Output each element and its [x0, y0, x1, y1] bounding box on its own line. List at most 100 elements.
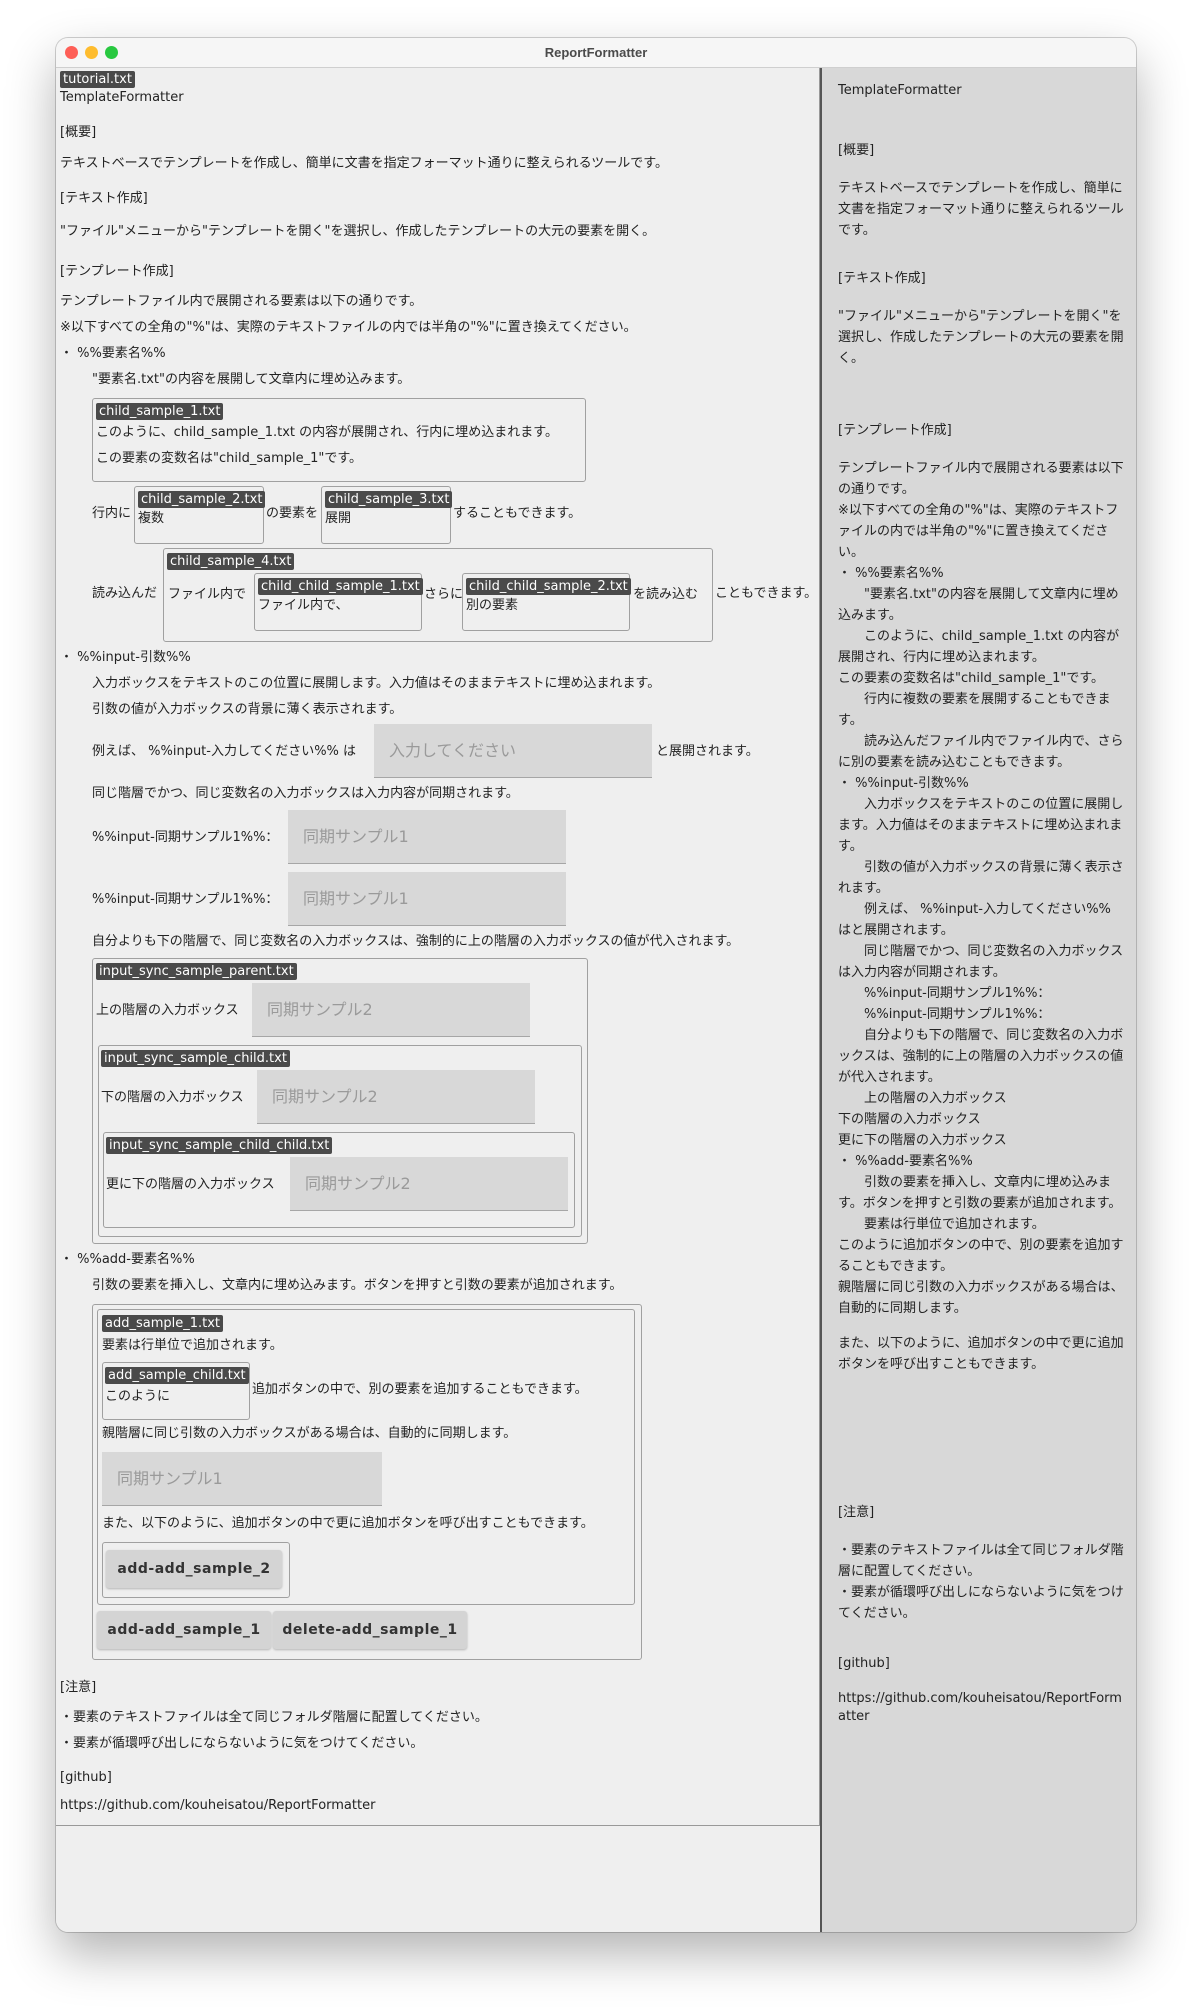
- add-outer-box: add_sample_1.txt 要素は行単位で追加されます。 add_samp…: [92, 1304, 642, 1660]
- sync-input-1[interactable]: [288, 810, 566, 864]
- sync-desc: 同じ階層でかつ、同じ変数名の入力ボックスは入力内容が同期されます。: [92, 786, 519, 801]
- add-sample-1-tag: add_sample_1.txt: [102, 1315, 224, 1332]
- parent-input-label: 上の階層の入力ボックス: [96, 1003, 239, 1018]
- preview-child1-line: このように、child_sample_1.txt の内容が展開され、行内に埋め込…: [838, 629, 1120, 665]
- template-editor-pane: tutorial.txt TemplateFormatter [概要] テキスト…: [56, 68, 820, 1932]
- preview-notes-heading: [注意]: [838, 1505, 875, 1520]
- note-1: ・要素のテキストファイルは全て同じフォルダ階層に配置してください。: [60, 1710, 488, 1725]
- preview-overview-heading: [概要]: [838, 143, 875, 158]
- preview-child-child-label: 更に下の階層の入力ボックス: [838, 1133, 1007, 1148]
- add-sample-child-text: このように: [105, 1389, 171, 1404]
- child-sync-input[interactable]: [257, 1070, 535, 1124]
- sync-label-1: %%input-同期サンプル1%%：: [92, 830, 279, 845]
- example-input[interactable]: [374, 724, 652, 778]
- child-sample-3-box: child_sample_3.txt 展開: [321, 486, 453, 544]
- preview-parent-label: 上の階層の入力ボックス: [838, 1091, 1007, 1106]
- add-sample-child-box: add_sample_child.txt このように: [102, 1362, 250, 1420]
- preview-template-line2: ※以下すべての全角の"%"は、実際のテキストファイルの内では半角の"%"に置き換…: [838, 503, 1119, 560]
- child-sample-2-box: child_sample_2.txt 複数: [134, 486, 266, 544]
- child-sample-2-text: 複数: [138, 511, 165, 526]
- input-sync-parent-tag: input_sync_sample_parent.txt: [96, 963, 297, 980]
- template-line1: テンプレートファイル内で展開される要素は以下の通りです。: [60, 294, 423, 309]
- preview-addchild-line: このように追加ボタンの中で、別の要素を追加することもできます。: [838, 1238, 1124, 1274]
- preview-notes: ・要素のテキストファイルは全て同じフォルダ階層に配置してください。 ・要素が循環…: [838, 1540, 1128, 1624]
- github-heading: [github]: [60, 1770, 112, 1785]
- app-window: ReportFormatter tutorial.txt TemplateFor…: [56, 38, 1136, 1932]
- child-sample-4-box: child_sample_4.txt ファイル内で child_child_sa…: [163, 548, 713, 642]
- template-content: tutorial.txt TemplateFormatter [概要] テキスト…: [56, 68, 820, 1826]
- preview-note-1: ・要素のテキストファイルは全て同じフォルダ階層に配置してください。: [838, 1543, 1124, 1579]
- preview-sync-label-1: %%input-同期サンプル1%%：: [838, 986, 1051, 1001]
- preview-text-heading: [テキスト作成]: [838, 271, 926, 286]
- preview-title: TemplateFormatter: [838, 83, 962, 98]
- inline-post-text: することもできます。: [453, 506, 582, 521]
- child-input-label: 下の階層の入力ボックス: [101, 1090, 244, 1105]
- preview-child-label: 下の階層の入力ボックス: [838, 1112, 981, 1127]
- child-sample-4-tag: child_sample_4.txt: [167, 553, 295, 570]
- input-sync-child-tag: input_sync_sample_child.txt: [101, 1050, 290, 1067]
- preview-example-line: 例えば、 %%input-入力してください%% はと展開されます。: [838, 902, 1111, 938]
- input-bullet: ・ %%input-引数%%: [60, 650, 191, 665]
- add-nested-desc: また、以下のように、追加ボタンの中で更に追加ボタンを呼び出すこともできます。: [102, 1516, 594, 1531]
- inline-pre-text: 行内に: [92, 506, 132, 521]
- preview-element-bullet: ・ %%要素名%%: [838, 566, 944, 581]
- child-child-sample-2-tag: child_child_sample_2.txt: [466, 578, 631, 595]
- nested-mid2-text: を読み込む: [633, 587, 699, 602]
- preview-input-bullet: ・ %%input-引数%%: [838, 776, 969, 791]
- sync-label-2: %%input-同期サンプル1%%：: [92, 892, 279, 907]
- preview-add-nested-desc: また、以下のように、追加ボタンの中で更に追加ボタンを呼び出すこともできます。: [838, 1336, 1124, 1372]
- child-sample-4-text: ファイル内で: [168, 587, 247, 602]
- notes-heading: [注意]: [60, 1680, 97, 1695]
- child-sample-2-tag: child_sample_2.txt: [138, 491, 266, 508]
- text-desc: "ファイル"メニューから"テンプレートを開く"を選択し、作成したテンプレートの大…: [60, 224, 656, 239]
- child-sample-3-tag: child_sample_3.txt: [325, 491, 453, 508]
- preview-template-line1: テンプレートファイル内で展開される要素は以下の通りです。: [838, 461, 1124, 497]
- add-sample-1-line: 要素は行単位で追加されます。: [102, 1338, 283, 1353]
- input-sync-child-child-box: input_sync_sample_child_child.txt 更に下の階層…: [103, 1132, 575, 1228]
- sync-input-2[interactable]: [288, 872, 566, 926]
- preview-pane: TemplateFormatter [概要] テキストベースでテンプレートを作成…: [822, 68, 1136, 1932]
- child-sample-1-line1: このように、child_sample_1.txt の内容が展開され、行内に埋め込…: [96, 425, 558, 440]
- window-title: ReportFormatter: [544, 45, 648, 60]
- preview-nested-line: 読み込んだファイル内でファイル内で、さらに別の要素を読み込むこともできます。: [838, 734, 1124, 770]
- child-sample-1-tag: child_sample_1.txt: [96, 403, 224, 420]
- github-link[interactable]: https://github.com/kouheisatou/ReportFor…: [60, 1798, 375, 1814]
- preview-github-heading: [github]: [838, 1656, 890, 1671]
- example-pre-text: 例えば、 %%input-入力してください%% は: [92, 744, 357, 759]
- template-line2: ※以下すべての全角の"%"は、実際のテキストファイルの内では半角の"%"に置き換…: [60, 320, 637, 335]
- input-sync-parent-box: input_sync_sample_parent.txt 上の階層の入力ボックス…: [92, 958, 588, 1244]
- preview-overview-text: テキストベースでテンプレートを作成し、簡単に文書を指定フォーマット通りに整えられ…: [838, 181, 1124, 238]
- overview-heading: [概要]: [60, 125, 97, 140]
- delete-add-sample-1-button[interactable]: delete-add_sample_1: [273, 1611, 467, 1649]
- child-child-sample-2-box: child_child_sample_2.txt 別の要素: [462, 573, 631, 631]
- preview-github-link[interactable]: https://github.com/kouheisatou/ReportFor…: [838, 1690, 1128, 1726]
- preview-lower-desc: 自分よりも下の階層で、同じ変数名の入力ボックスは、強制的に上の階層の入力ボックス…: [838, 1028, 1124, 1085]
- input-desc2: 引数の値が入力ボックスの背景に薄く表示されます。: [92, 702, 403, 717]
- add-add-sample-1-button[interactable]: add-add_sample_1: [97, 1611, 271, 1649]
- parent-sync-input[interactable]: [252, 983, 530, 1037]
- add-add-sample-2-button[interactable]: add-add_sample_2: [106, 1550, 282, 1588]
- nested-mid-text: さらに: [424, 587, 464, 602]
- input-sync-child-box: input_sync_sample_child.txt 下の階層の入力ボックス …: [98, 1045, 582, 1237]
- add-desc: 引数の要素を挿入し、文章内に埋め込みます。ボタンを押すと引数の要素が追加されます…: [92, 1278, 623, 1293]
- nested-post-text: こともできます。: [715, 586, 818, 601]
- element-desc: "要素名.txt"の内容を展開して文章内に埋め込みます。: [92, 372, 411, 387]
- add-sample-child-post: 追加ボタンの中で、別の要素を追加することもできます。: [252, 1382, 588, 1397]
- lower-sync-desc: 自分よりも下の階層で、同じ変数名の入力ボックスは、強制的に上の階層の入力ボックス…: [92, 934, 740, 949]
- template-heading: [テンプレート作成]: [60, 264, 174, 279]
- title-bar: ReportFormatter: [56, 38, 1136, 68]
- example-post-text: と展開されます。: [656, 744, 759, 759]
- overview-text: テキストベースでテンプレートを作成し、簡単に文書を指定フォーマット通りに整えられ…: [60, 156, 669, 171]
- doc-title: TemplateFormatter: [60, 90, 184, 105]
- child-child-sample-2-text: 別の要素: [466, 598, 519, 613]
- input-sync-child-child-tag: input_sync_sample_child_child.txt: [106, 1137, 333, 1154]
- inline-mid-text: の要素を: [266, 506, 319, 521]
- preview-add1-line: 要素は行単位で追加されます。: [838, 1217, 1045, 1232]
- add-bullet: ・ %%add-要素名%%: [60, 1252, 195, 1267]
- child-child-input-label: 更に下の階層の入力ボックス: [106, 1177, 275, 1192]
- child-child-sample-1-box: child_child_sample_1.txt ファイル内で、: [254, 573, 423, 631]
- element-bullet: ・ %%要素名%%: [60, 346, 166, 361]
- child-child-sync-input[interactable]: [290, 1157, 568, 1211]
- preview-input-desc2: 引数の値が入力ボックスの背景に薄く表示されます。: [838, 860, 1124, 896]
- add-sync-input[interactable]: [102, 1452, 382, 1506]
